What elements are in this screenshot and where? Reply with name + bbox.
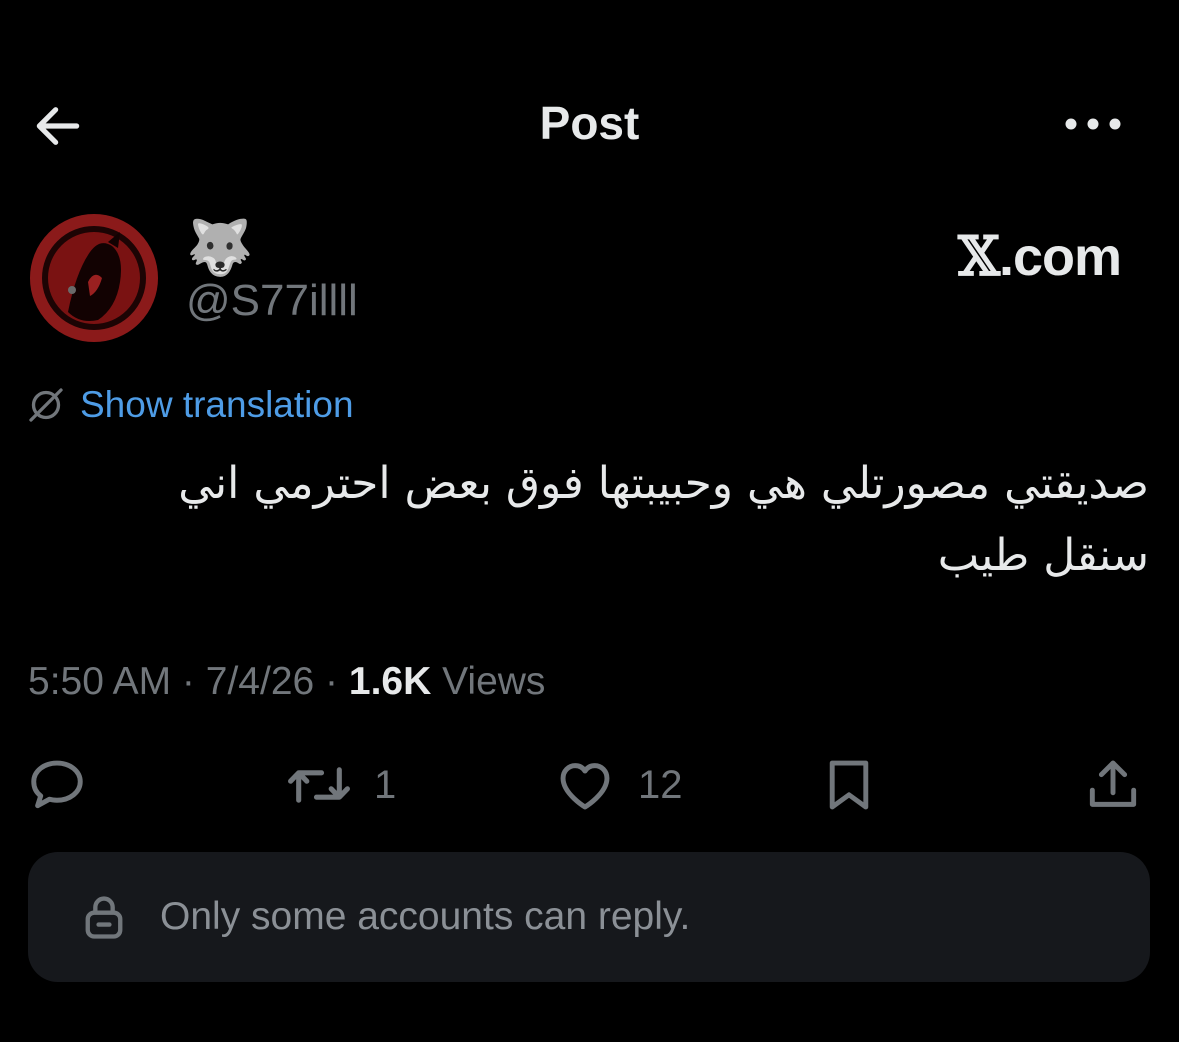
avatar[interactable]: [28, 212, 160, 344]
show-translation-link[interactable]: Show translation: [80, 384, 354, 426]
watermark-x-logo: 𝕏: [958, 224, 1000, 288]
like-count: 12: [638, 762, 683, 807]
reply-bubble-icon: [31, 760, 83, 809]
heart-icon: [560, 763, 610, 810]
more-dots-icon: [1065, 118, 1121, 130]
watermark: 𝕏.com: [958, 224, 1122, 288]
like-button[interactable]: 12: [554, 752, 683, 818]
reply-button[interactable]: [26, 752, 88, 818]
post-text-line-1: صديقتي مصورتلي هي وحبيبتها فوق بعض احترم…: [178, 458, 1149, 509]
meta-separator: ·: [314, 660, 349, 703]
views-label: Views: [431, 660, 546, 703]
globe-slash-icon: [29, 388, 63, 422]
post-date: 7/4/26: [205, 660, 315, 703]
lock-icon: [85, 896, 123, 939]
repost-button[interactable]: 1: [286, 752, 396, 818]
share-icon: [1089, 760, 1137, 807]
bookmark-button[interactable]: [818, 752, 880, 818]
repost-icon: [288, 767, 350, 803]
page-title: Post: [539, 97, 640, 149]
avatar-image: [30, 214, 158, 342]
user-handle[interactable]: @S77illll: [186, 276, 358, 326]
views-count[interactable]: 1.6K: [349, 660, 431, 703]
reply-restriction-text: Only some accounts can reply.: [160, 895, 691, 938]
post-text-line-2: سنقل طيب: [937, 530, 1149, 581]
meta-separator: ·: [171, 660, 206, 703]
post-time: 5:50 AM: [28, 660, 172, 703]
translation-row[interactable]: Show translation: [26, 384, 354, 426]
repost-count: 1: [374, 762, 397, 807]
reply-restriction-banner: Only some accounts can reply.: [28, 852, 1150, 982]
post-meta: 5:50 AM · 7/4/26 · 1.6K Views: [28, 660, 545, 704]
more-options-button[interactable]: [1058, 100, 1128, 148]
bookmark-icon: [829, 760, 869, 810]
share-button[interactable]: [1082, 752, 1144, 818]
post-text: صديقتي مصورتلي هي وحبيبتها فوق بعض احترم…: [109, 448, 1149, 592]
watermark-domain: .com: [998, 227, 1122, 287]
display-name[interactable]: 🐺: [186, 218, 253, 278]
